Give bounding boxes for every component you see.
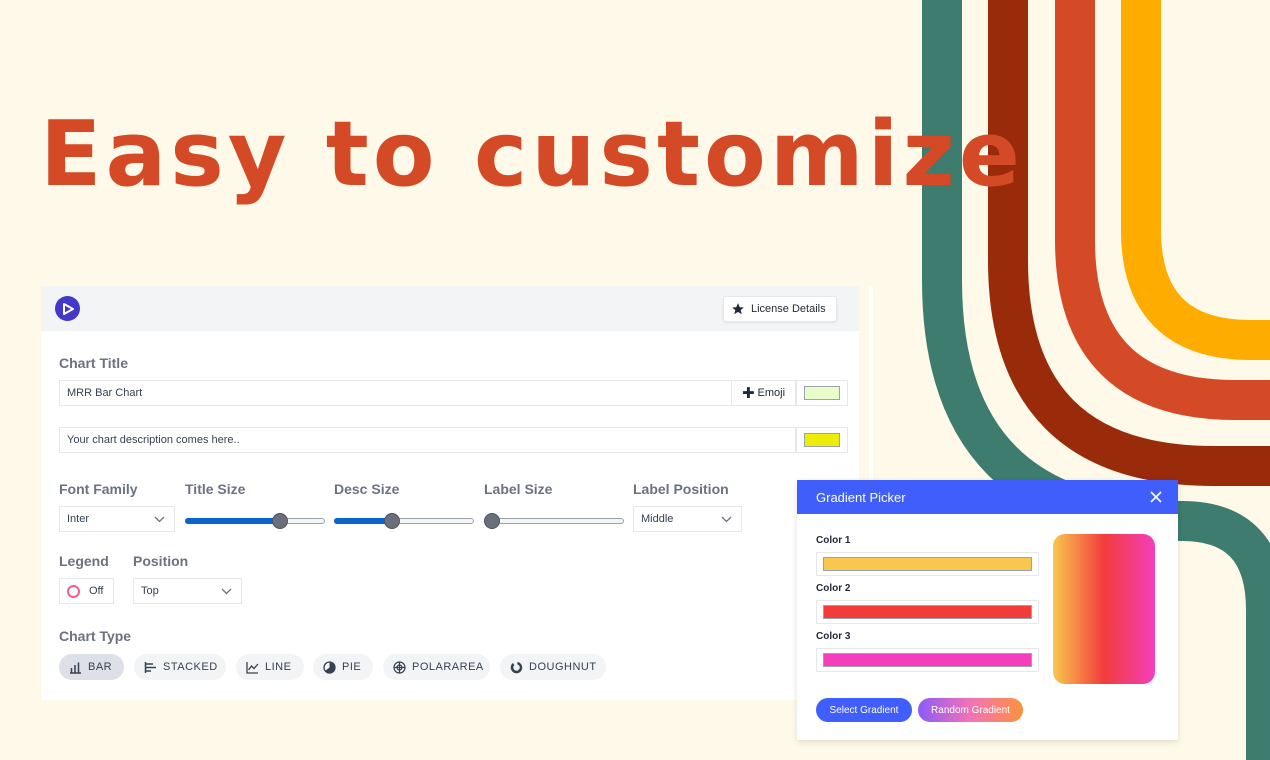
license-details-button[interactable]: License Details xyxy=(723,296,837,322)
title-size-slider[interactable] xyxy=(185,513,325,529)
chart-type-bar[interactable]: BAR xyxy=(59,654,124,680)
editor-panel: License Details Chart Title MRR Bar Char… xyxy=(41,286,859,700)
desc-size-label: Desc Size xyxy=(334,481,400,497)
chevron-down-icon xyxy=(154,516,165,522)
label-position-select[interactable]: Middle xyxy=(633,506,742,532)
chart-type-pie[interactable]: PIE xyxy=(313,654,373,680)
chevron-down-icon xyxy=(721,516,732,522)
font-family-select[interactable]: Inter xyxy=(59,506,175,532)
gradient-picker-header: Gradient Picker xyxy=(797,480,1178,514)
select-gradient-button[interactable]: Select Gradient xyxy=(816,698,912,722)
title-color-picker[interactable] xyxy=(796,380,848,406)
description-color-picker[interactable] xyxy=(796,427,848,453)
chart-title-label: Chart Title xyxy=(59,355,128,371)
gradient-preview xyxy=(1053,534,1155,684)
font-family-value: Inter xyxy=(67,513,90,525)
random-gradient-button[interactable]: Random Gradient xyxy=(918,698,1023,722)
color-2-picker[interactable] xyxy=(816,600,1039,624)
panel-edge xyxy=(869,286,873,481)
chart-type-label-doughnut: DOUGHNUT xyxy=(529,661,597,673)
label-position-value: Middle xyxy=(641,513,674,525)
gradient-picker-title: Gradient Picker xyxy=(816,489,906,505)
play-logo-icon[interactable] xyxy=(55,296,80,321)
slider-thumb[interactable] xyxy=(383,513,400,529)
pie-chart-icon xyxy=(323,660,336,674)
stacked-bar-icon xyxy=(144,661,156,673)
label-size-label: Label Size xyxy=(484,481,553,497)
color-2-label: Color 2 xyxy=(816,583,851,594)
toggle-off-icon xyxy=(67,584,80,598)
color-3-picker[interactable] xyxy=(816,648,1039,672)
font-family-label: Font Family xyxy=(59,481,138,497)
position-label: Position xyxy=(133,553,189,569)
color-1-label: Color 1 xyxy=(816,535,851,546)
chart-type-label-polararea: POLARAREA xyxy=(412,661,484,673)
chart-type-label-pie: PIE xyxy=(342,661,362,673)
chart-type-polararea[interactable]: POLARAREA xyxy=(383,654,490,680)
color-2-swatch xyxy=(823,605,1032,619)
emoji-button[interactable]: ✚ Emoji xyxy=(731,380,796,406)
color-1-swatch xyxy=(823,557,1032,571)
top-bar: License Details xyxy=(41,286,859,331)
chart-title-input[interactable]: MRR Bar Chart xyxy=(59,380,732,406)
position-value: Top xyxy=(141,585,159,597)
chart-type-label-stacked: STACKED xyxy=(163,661,218,673)
emoji-label: Emoji xyxy=(757,387,786,399)
stripe-yellow xyxy=(1121,0,1270,360)
chart-type-label-line: LINE xyxy=(265,661,292,673)
hero-headline: Easy to customize xyxy=(40,102,1024,207)
chart-type-label-bar: BAR xyxy=(88,661,113,673)
doughnut-icon xyxy=(510,661,523,673)
chart-type-stacked[interactable]: STACKED xyxy=(134,654,226,680)
close-icon[interactable] xyxy=(1148,489,1164,505)
bar-chart-icon xyxy=(70,662,81,674)
color-1-picker[interactable] xyxy=(816,552,1039,576)
slider-thumb[interactable] xyxy=(271,513,288,529)
title-size-label: Title Size xyxy=(185,481,246,497)
legend-label: Legend xyxy=(59,553,109,569)
chart-title-value: MRR Bar Chart xyxy=(67,387,143,399)
license-details-label: License Details xyxy=(751,303,826,315)
color-3-swatch xyxy=(823,653,1032,667)
chart-type-doughnut[interactable]: DOUGHNUT xyxy=(500,654,606,680)
label-position-label: Label Position xyxy=(633,481,729,497)
description-color-swatch xyxy=(804,433,840,447)
plus-icon: ✚ xyxy=(741,385,755,402)
color-3-label: Color 3 xyxy=(816,631,851,642)
position-select[interactable]: Top xyxy=(133,578,242,604)
desc-size-slider[interactable] xyxy=(334,513,474,529)
gradient-picker-modal: Gradient Picker Color 1 Color 2 Color 3 … xyxy=(797,480,1178,740)
slider-thumb[interactable] xyxy=(484,513,500,529)
title-color-swatch xyxy=(804,386,840,400)
chart-type-line[interactable]: LINE xyxy=(236,654,304,680)
polar-area-icon xyxy=(393,660,406,674)
chevron-down-icon xyxy=(221,588,232,594)
chart-type-label: Chart Type xyxy=(59,628,132,644)
star-icon xyxy=(732,303,744,315)
label-size-slider[interactable] xyxy=(484,513,624,529)
legend-value: Off xyxy=(89,585,104,597)
line-chart-icon xyxy=(246,661,259,674)
description-value: Your chart description comes here.. xyxy=(67,434,240,446)
description-input[interactable]: Your chart description comes here.. xyxy=(59,427,796,453)
legend-toggle[interactable]: Off xyxy=(59,578,114,604)
